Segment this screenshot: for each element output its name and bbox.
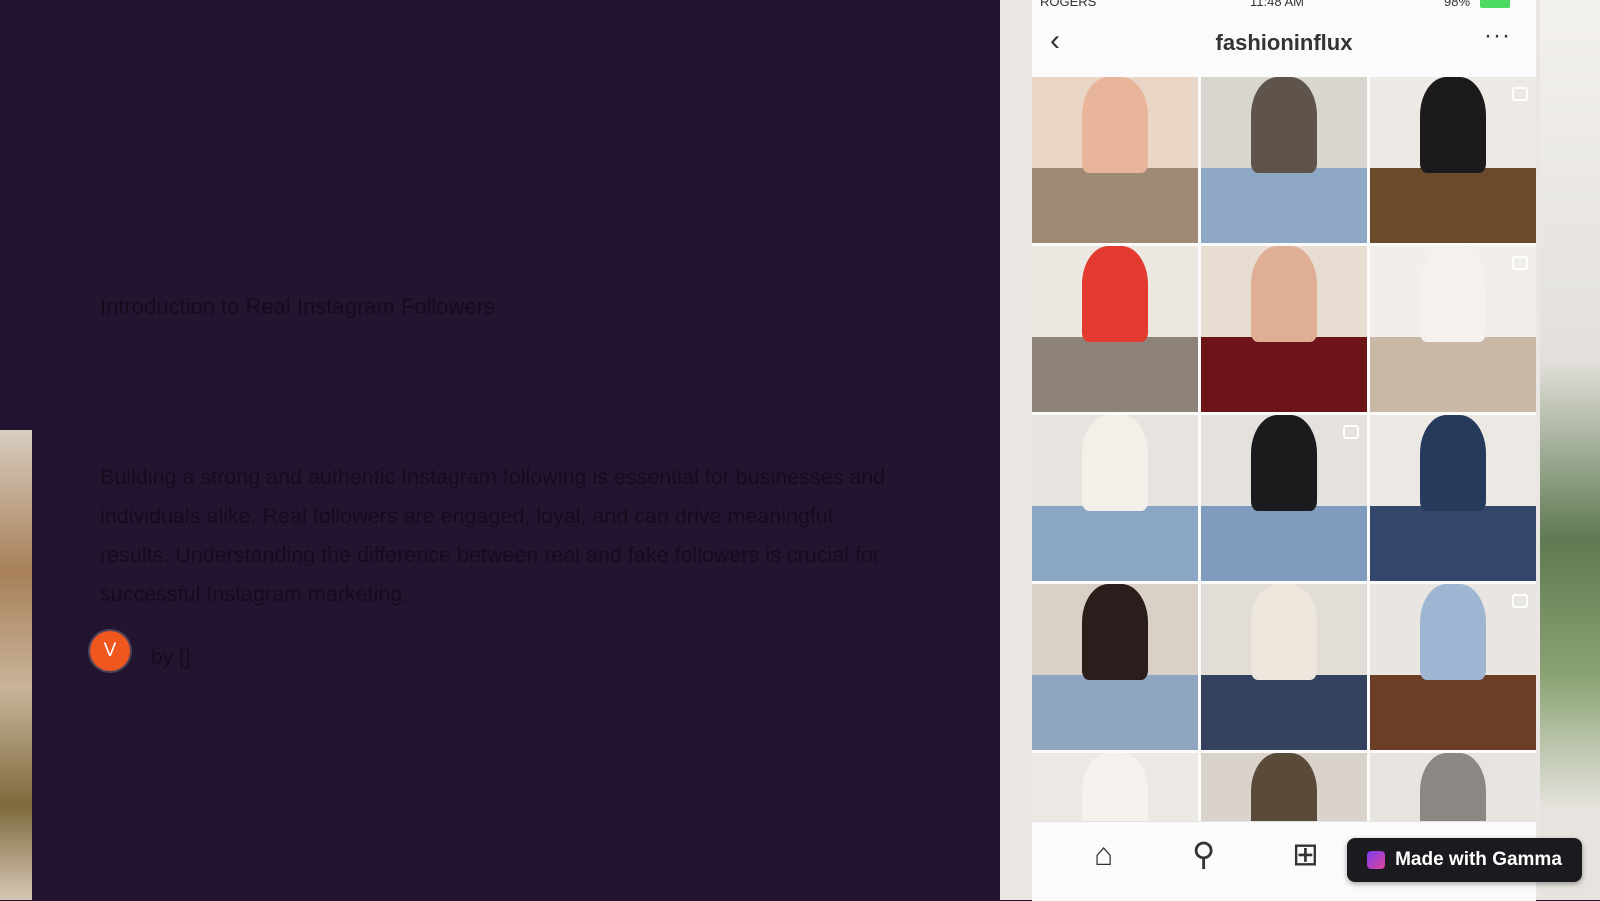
photo-tile[interactable] <box>1032 415 1198 581</box>
slide-title: Introduction to Real Instagram Followers <box>100 294 495 319</box>
multiple-photos-icon <box>1512 87 1528 101</box>
background-collage-right <box>1540 0 1600 900</box>
profile-header: ‹ fashioninflux ··· <box>1032 22 1536 66</box>
battery-icon <box>1480 0 1510 8</box>
photo-tile[interactable] <box>1201 415 1367 581</box>
photo-tile[interactable] <box>1201 77 1367 243</box>
author-byline: by [] <box>151 646 191 669</box>
slide-text-panel: Introduction to Real Instagram Followers… <box>0 0 1000 900</box>
home-icon: ⌂ <box>1094 836 1114 872</box>
gamma-logo-icon <box>1367 851 1386 869</box>
status-time: 11:48 AM <box>1250 0 1304 9</box>
slide-body: Building a strong and authentic Instagra… <box>100 465 886 606</box>
carrier-label: ROGERS <box>1040 0 1097 9</box>
avatar: V <box>90 631 130 671</box>
gamma-badge-label: Made with Gamma <box>1395 849 1562 870</box>
more-dots-icon: ··· <box>1484 22 1511 49</box>
status-bar: ROGERS 11:48 AM 98% <box>1032 0 1536 10</box>
photo-tile[interactable] <box>1032 584 1198 750</box>
add-post-icon: ⊞ <box>1292 836 1319 872</box>
photo-tile[interactable] <box>1370 246 1536 412</box>
photo-tile[interactable] <box>1201 246 1367 412</box>
profile-username: fashioninflux <box>1215 30 1353 55</box>
photo-tile[interactable] <box>1370 77 1536 243</box>
photo-tile[interactable] <box>1370 415 1536 581</box>
photo-tile[interactable] <box>1370 584 1536 750</box>
multiple-photos-icon <box>1512 594 1528 608</box>
photo-tile[interactable] <box>1370 753 1536 821</box>
background-collage-left <box>0 430 32 900</box>
photo-tile[interactable] <box>1032 246 1198 412</box>
multiple-photos-icon <box>1343 425 1359 439</box>
made-with-gamma-badge[interactable]: Made with Gamma <box>1347 838 1582 882</box>
multiple-photos-icon <box>1512 256 1528 270</box>
author-block: V by [] <box>90 631 191 671</box>
photo-tile[interactable] <box>1201 753 1367 821</box>
photo-tile[interactable] <box>1032 77 1198 243</box>
phone-screenshot: ROGERS 11:48 AM 98% ‹ fashioninflux ··· … <box>1032 0 1536 901</box>
photo-grid <box>1032 77 1536 821</box>
battery-percent: 98% <box>1444 0 1471 9</box>
search-icon: ⚲ <box>1192 836 1216 872</box>
photo-tile[interactable] <box>1201 584 1367 750</box>
photo-tile[interactable] <box>1032 753 1198 821</box>
